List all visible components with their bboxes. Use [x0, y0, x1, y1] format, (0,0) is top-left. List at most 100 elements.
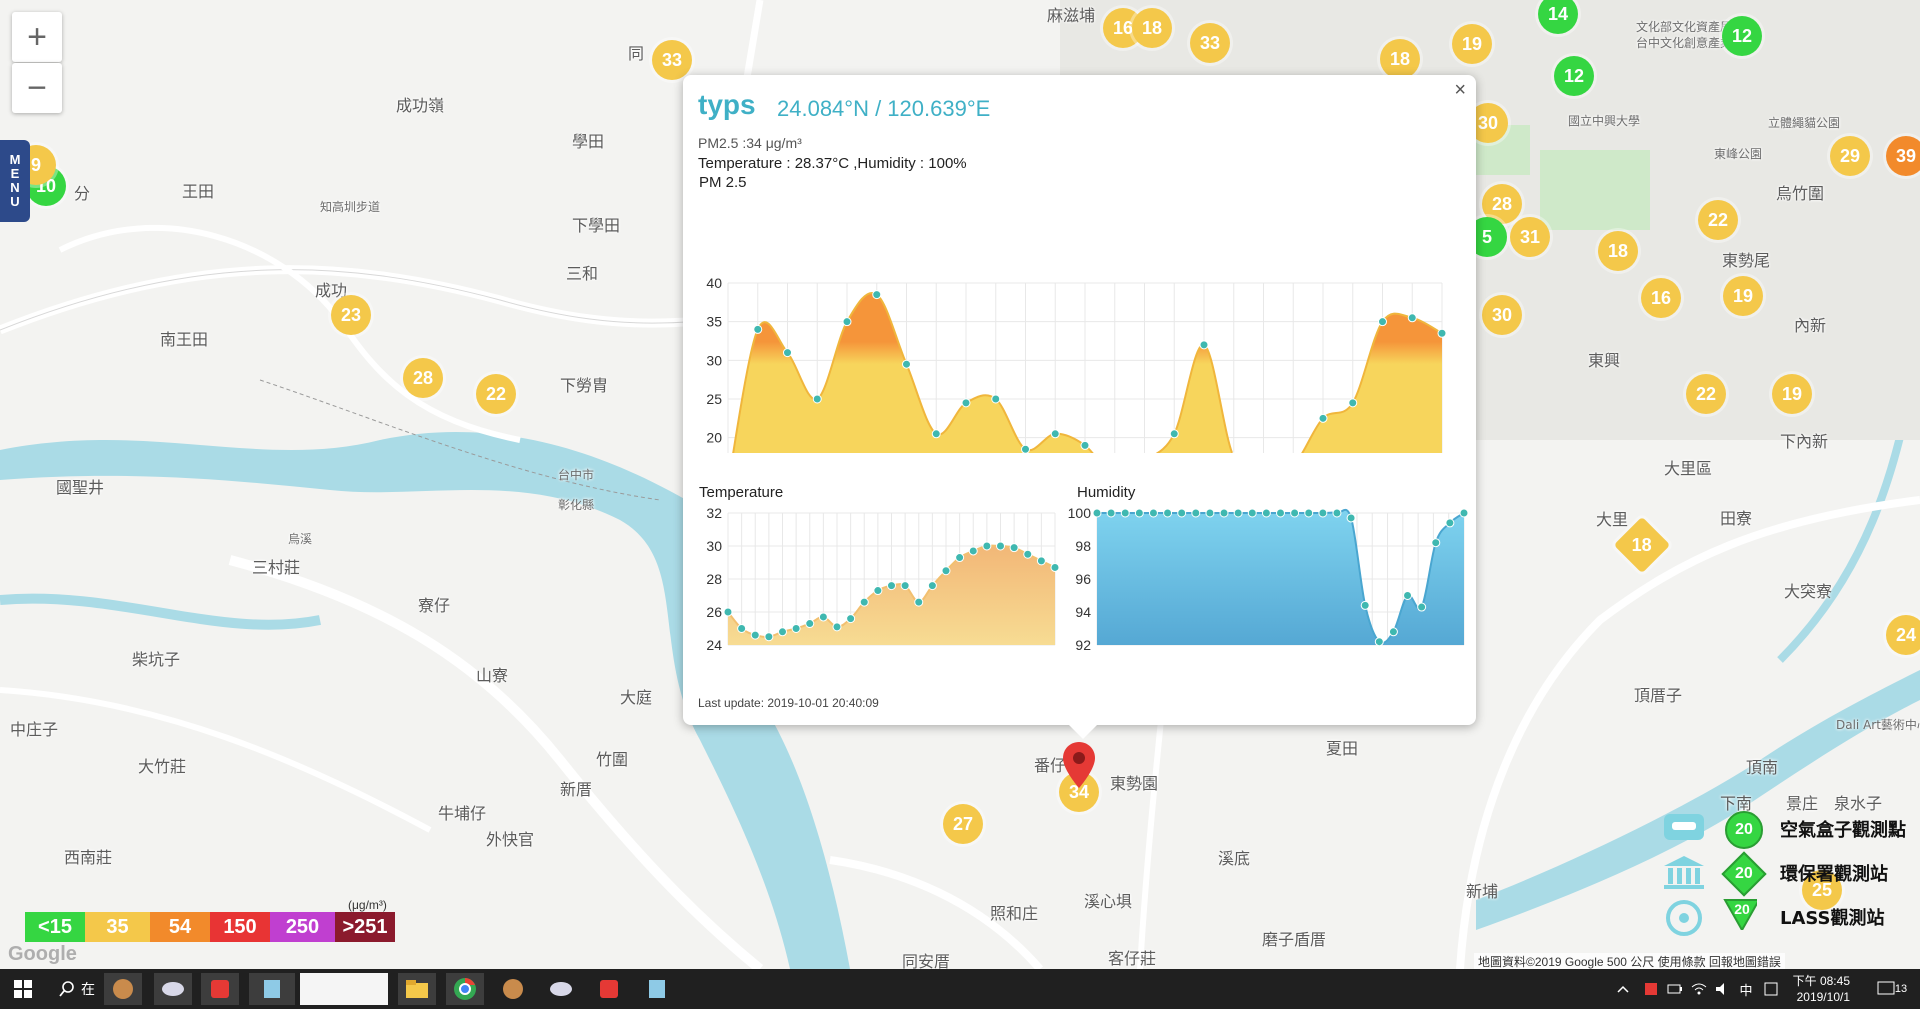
- place-label-tianliao: 田寮: [1720, 509, 1753, 528]
- station-marker[interactable]: 39: [1886, 136, 1920, 176]
- data-point: [991, 394, 1001, 404]
- station-marker[interactable]: 12: [1722, 16, 1762, 56]
- wifi-icon[interactable]: [1688, 973, 1710, 1005]
- station-marker[interactable]: 22: [1686, 374, 1726, 414]
- pm25-chart: 1015202530354020000408121620: [706, 275, 1447, 453]
- lass-marker-sample: 20: [1723, 899, 1757, 930]
- station-marker-value: 27: [952, 813, 974, 834]
- station-marker[interactable]: 22: [476, 374, 516, 414]
- place-label-chenggongling: 成功嶺: [396, 96, 445, 115]
- station-marker-value: 18: [1389, 48, 1411, 69]
- station-marker[interactable]: 27: [943, 804, 983, 844]
- language-icon[interactable]: [1760, 973, 1782, 1005]
- data-point: [859, 597, 869, 607]
- taskbar-app-2[interactable]: [154, 973, 192, 1005]
- ime-indicator[interactable]: 中: [1735, 973, 1757, 1005]
- station-marker[interactable]: 24: [1886, 615, 1920, 655]
- station-marker[interactable]: 18: [1380, 39, 1420, 79]
- station-marker[interactable]: 19: [1452, 24, 1492, 64]
- station-marker[interactable]: 16: [1641, 278, 1681, 318]
- station-marker[interactable]: 18: [1598, 231, 1638, 271]
- humidity-chart-title: Humidity: [1077, 484, 1136, 501]
- station-marker[interactable]: 29: [1830, 136, 1870, 176]
- y-tick-label: 24: [706, 637, 722, 653]
- place-label-dali_art: Dali Art藝術中心: [1836, 718, 1920, 732]
- taskbar-app-4[interactable]: [249, 973, 295, 1005]
- data-point: [1378, 317, 1387, 327]
- clock[interactable]: 下午 08:45 2019/10/1: [1790, 973, 1850, 1005]
- place-label-xiatian: 夏田: [1326, 739, 1359, 758]
- data-point: [1050, 429, 1060, 439]
- notification-center[interactable]: 13: [1872, 973, 1912, 1005]
- taskbar-app-5[interactable]: [494, 973, 532, 1005]
- taskbar-app-6[interactable]: [542, 973, 580, 1005]
- station-marker-value: 12: [1563, 65, 1585, 86]
- close-icon[interactable]: ×: [1454, 79, 1466, 102]
- station-marker-value: 28: [412, 367, 434, 388]
- station-marker[interactable]: 22: [1698, 200, 1738, 240]
- station-marker[interactable]: 19: [1772, 374, 1812, 414]
- search-box[interactable]: 在: [52, 973, 102, 1005]
- legend-segment: 54: [150, 912, 210, 942]
- taskbar-app-7[interactable]: [590, 973, 628, 1005]
- app-sketchup-icon: [600, 980, 618, 998]
- zoom-in-button[interactable]: +: [12, 12, 62, 62]
- place-label-dacaoliao: 大突寮: [1784, 582, 1833, 601]
- place-label-zhigaoshan: 知高圳步道: [320, 200, 381, 214]
- place-label-dating: 大庭: [620, 688, 653, 707]
- station-marker-value: 24: [1895, 624, 1917, 645]
- tray-chevron-icon[interactable]: [1612, 973, 1634, 1005]
- layer-legend: 20 空氣盒子觀測點 20 環保署觀測站 20 LASS觀測站: [1655, 808, 1920, 963]
- station-marker[interactable]: 33: [1190, 23, 1230, 63]
- airbox-sample-value: 20: [1735, 821, 1753, 838]
- data-point: [1106, 508, 1116, 518]
- menu-button[interactable]: MENU: [0, 140, 30, 222]
- zoom-in-icon: +: [27, 17, 47, 56]
- place-label-wuripu: 烏竹圍: [1776, 184, 1825, 203]
- data-point: [1247, 508, 1257, 518]
- place-label-xiaxuetian: 下學田: [572, 216, 621, 235]
- data-point: [1388, 627, 1398, 637]
- data-point: [1276, 508, 1285, 518]
- station-marker[interactable]: 19: [1723, 276, 1763, 316]
- place-label-dazhuzhuang: 大竹莊: [138, 757, 187, 776]
- taskbar-app-8[interactable]: [638, 973, 676, 1005]
- start-button[interactable]: [4, 973, 42, 1005]
- taskbar-app-3[interactable]: [201, 973, 239, 1005]
- place-label-hengliao: 麻滋埔: [1047, 6, 1096, 25]
- station-marker[interactable]: 30: [1482, 295, 1522, 335]
- volume-icon[interactable]: [1712, 973, 1734, 1005]
- station-marker[interactable]: 33: [652, 40, 692, 80]
- park-1: [1540, 150, 1650, 230]
- map-area[interactable]: 成功嶺 學田 王田分知高圳步道 下學田 三和 成功 南王田 下勞胄 國聖井 台中市 彰化縣 烏溪 三村莊…: [0, 0, 1920, 969]
- lass-label: LASS觀測站: [1780, 908, 1885, 929]
- station-marker[interactable]: 28: [403, 358, 443, 398]
- taskbar-chrome[interactable]: [446, 973, 484, 1005]
- layer-airbox-row[interactable]: 20 空氣盒子觀測點: [1655, 808, 1920, 849]
- area-fill: [1097, 509, 1464, 645]
- taskbar-window-preview[interactable]: [300, 973, 388, 1005]
- layer-lass-row[interactable]: 20 LASS觀測站: [1655, 896, 1920, 936]
- station-marker[interactable]: 12: [1554, 56, 1594, 96]
- security-icon[interactable]: [1640, 973, 1662, 1005]
- place-label-sancunzhuang: 三村莊: [252, 558, 301, 577]
- layer-epa-row[interactable]: 20 環保署觀測站: [1655, 851, 1920, 897]
- place-label-liaozai: 寮仔: [418, 596, 451, 615]
- location-pin-icon[interactable]: [1063, 742, 1095, 788]
- station-marker-value: 16: [1650, 287, 1672, 308]
- zoom-out-button[interactable]: −: [12, 63, 62, 113]
- station-marker-value: 19: [1732, 285, 1754, 306]
- place-label-dingcuozi: 頂厝子: [1634, 686, 1683, 705]
- taskbar-app-1[interactable]: [104, 973, 142, 1005]
- data-point: [1360, 600, 1370, 610]
- station-marker[interactable]: 31: [1510, 217, 1550, 257]
- data-point: [1290, 508, 1300, 518]
- station-marker[interactable]: 23: [331, 295, 371, 335]
- station-marker-value: 33: [1199, 32, 1221, 53]
- station-marker-value: 16: [1112, 17, 1134, 38]
- data-point: [1080, 440, 1090, 450]
- taskbar-file-explorer[interactable]: [398, 973, 436, 1005]
- place-label-dongshiwei: 東勢尾: [1722, 251, 1771, 270]
- battery-icon[interactable]: [1664, 973, 1686, 1005]
- station-marker[interactable]: 18: [1132, 8, 1172, 48]
